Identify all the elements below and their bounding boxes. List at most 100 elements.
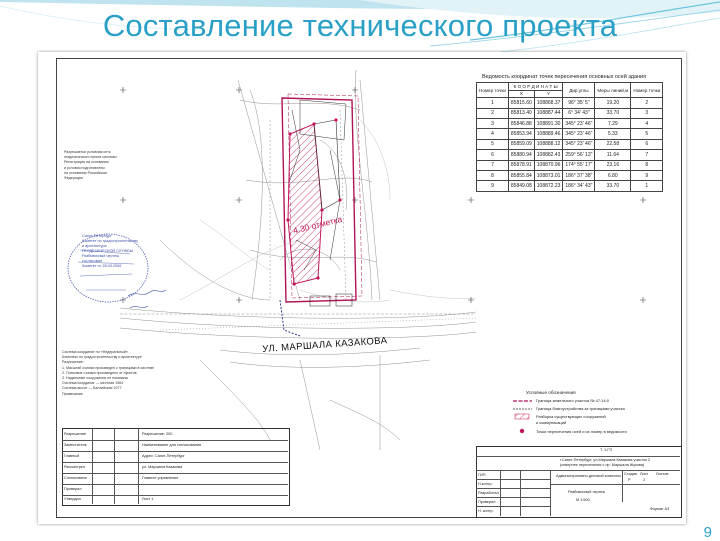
table-cell: 108882.43 [533,149,564,161]
table-cell: 5.33 [594,128,632,140]
approval-detail: Разрешение: 200 [142,432,173,436]
legend-title: Условные обозначения [526,390,576,395]
approval-row: Проверил [64,487,82,491]
table-cell: 4 [630,117,664,130]
table-cell: 108891.30 [533,117,564,130]
table-cell: 85878.91 [507,159,535,171]
table-cell: 85853.94 [507,128,535,140]
coordinates-table: Номер точки К О О Р Д И Н А Т Ы Дир.углы… [476,81,664,192]
table-row: 1 85815.60 108868.37 96° 35' 5" 19.20 2 [476,97,664,109]
page-number: 9 [703,524,712,541]
table-cell: 85815.60 [507,97,535,109]
table-cell: 6 [630,138,664,151]
table-cell: 85880.94 [507,149,535,161]
table-header: К О О Р Д И Н А Т Ы [507,82,564,91]
table-cell: 9 [476,180,509,192]
stage-label: Стадия [624,472,637,476]
table-header: Меры линий,м [594,81,632,99]
table-cell: 3 [630,107,664,119]
approval-stamp-text: Санкт-Петербург Комитет по градостроител… [82,234,139,268]
drawing-name: Разбивочный чертеж [568,490,605,494]
table-cell: 6.80 [594,169,632,182]
approval-detail: Наименование для согласования [142,443,202,447]
title-block-role: Проверил [478,500,496,504]
table-cell: 11.64 [594,149,632,161]
table-cell: 108889.46 [533,128,564,140]
table-cell: 108873.01 [533,169,564,182]
table-header: Номер точки [630,81,664,99]
table-row: 8 85855.84 108873.01 186° 37' 38" 6.80 9 [476,169,664,182]
table-cell: 6 [476,149,509,161]
bottom-notes: Система координат по «Федеральный» Компл… [62,350,155,396]
table-cell: 8 [476,169,509,182]
table-cell: 96° 35' 5" [562,97,596,109]
approval-row: Рассмотрел [64,465,86,469]
approval-detail: Адрес: Санкт-Петербург [142,454,185,458]
table-cell: 259° 56' 13" [562,149,596,161]
table-header: Дир.углы [562,81,596,99]
approval-row: Заместитель [64,443,87,447]
approval-detail: Главное управление [142,476,179,480]
table-cell: 108870.96 [533,159,564,171]
table-cell: 1 [630,180,664,192]
table-row: 3 85846.88 108891.30 345° 23' 46" 7.29 4 [476,117,664,130]
left-notes: Разрешается условная сеть геодезического… [64,150,117,181]
table-cell: 22.58 [594,138,632,151]
table-cell: 345° 23' 46" [562,128,596,140]
legend-item: Разборка существующих сооружений [536,414,606,419]
table-cell: 345° 23' 46" [562,138,596,151]
table-cell: 108872.23 [533,180,564,192]
table-header: X [507,89,535,99]
approval-row: Разрешение [64,432,86,436]
table-cell: 174° 55' 17" [562,159,596,171]
table-header: Номер точки [476,81,509,99]
table-cell: 7 [476,159,509,171]
table-row: 7 85878.91 108870.96 174° 55' 17" 23.16 8 [476,159,664,171]
legend-item: Граница земельного участка № 47:14:0 [536,398,609,403]
legend-symbols [513,400,532,434]
approval-row: Утвердил [64,497,81,501]
table-cell: 108868.37 [533,97,564,109]
table-cell: 9 [630,169,664,182]
table-row: 9 85849.08 108872.23 186° 34' 43" 33.70 1 [476,180,664,192]
table-cell: 33.70 [594,107,632,119]
approval-row: Согласовано [64,476,87,480]
stage-value: Р [628,478,631,482]
table-cell: 345° 23' 46" [562,117,596,130]
drawing-code: Т. 1-ГП [600,448,613,452]
table-cell: 23.16 [594,159,632,171]
table-row: 6 85880.94 108882.43 259° 56' 13" 11.64 7 [476,149,664,161]
object-address: г.Санкт-Петербург, ул.Маршала Казакова у… [560,458,651,462]
table-cell: 8 [630,159,664,171]
table-cell: 33.70 [594,180,632,192]
table-cell: 2 [630,97,664,109]
table-cell: 7.29 [594,117,632,130]
table-cell: 85849.08 [507,180,535,192]
approval-detail: Лист 1 [142,497,154,501]
title-block-role: Н.контр. [478,482,493,486]
object-name: Административно-деловой комплекс [556,474,622,478]
table-cell: 6° 34' 43" [562,107,596,119]
object-address-detail: (севернее пересечения с пр. Маршала Жуко… [560,463,645,467]
title-block-role: Разработал [478,491,499,495]
table-cell: 2 [476,107,509,119]
table-cell: 186° 34' 43" [562,180,596,192]
table-row: 4 85853.94 108889.46 345° 23' 46" 5.33 5 [476,128,664,140]
table-cell: 4 [476,128,509,140]
legend-item: и коммуникаций [536,420,567,425]
sheet-format: Формат А3 [650,507,670,511]
table-cell: 85859.09 [507,138,535,151]
table-cell: 186° 37' 38" [562,169,596,182]
table-cell: 5 [476,138,509,151]
legend-item: Точки пересечения осей и их номер в ведо… [536,429,627,434]
sheet-value: 2 [643,478,646,482]
table-cell: 5 [630,128,664,140]
table-cell: 85855.84 [507,169,535,182]
table-row: 2 85813.40 108887.44 6° 34' 43" 33.70 3 [476,107,664,119]
table-row: 5 85859.09 108888.12 345° 23' 46" 22.58 6 [476,138,664,151]
approval-row: Главный [64,454,80,458]
sheets-label: Листов [656,472,669,476]
table-cell: 7 [630,149,664,161]
sheet-label: Лист [640,472,649,476]
table-cell: 3 [476,117,509,130]
